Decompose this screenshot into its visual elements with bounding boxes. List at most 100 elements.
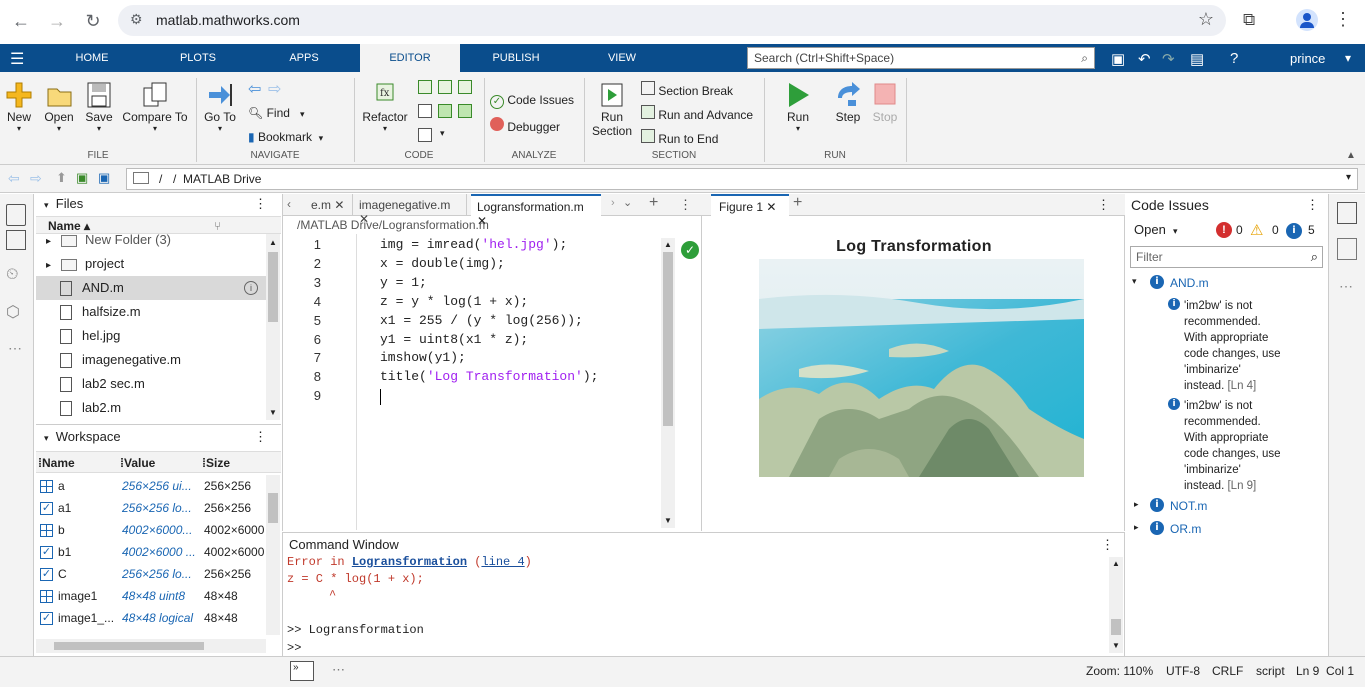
editor-tab[interactable]: imagenegative.m ✕ (355, 194, 467, 226)
refactor-button[interactable]: fx Refactor ▾ (360, 80, 410, 133)
workspace-panel-icon[interactable] (6, 230, 26, 250)
section-break-button[interactable]: Section Break (641, 81, 733, 98)
search-input[interactable]: Search (Ctrl+Shift+Space) ⌕ (747, 47, 1095, 69)
run-to-end-button[interactable]: Run to End (641, 129, 718, 146)
profile-icon[interactable] (1296, 9, 1318, 31)
scroll-thumb[interactable] (54, 642, 204, 650)
format-icon[interactable] (418, 128, 432, 142)
cursor-position[interactable]: Ln 9 Col 1 (1296, 664, 1354, 678)
user-menu[interactable]: prince (1290, 51, 1325, 66)
scroll-down-icon[interactable]: ▼ (664, 516, 672, 525)
reload-icon[interactable]: ↻ (82, 10, 104, 32)
variable-row[interactable]: ✓ a1 256×256 lo... 256×256 (36, 497, 266, 519)
issue-message[interactable]: 'im2bw' is not recommended. With appropria… (1184, 398, 1281, 494)
workspace-menu-icon[interactable]: ⋮ (254, 429, 267, 445)
editor-tab-active[interactable]: Logransformation.m ✕ (471, 194, 601, 228)
chevron-down-icon[interactable]: ▾ (1345, 51, 1351, 65)
editor-scrollbar[interactable]: ▲ ▼ (661, 238, 675, 528)
warning-filter-icon[interactable]: ⚠ (1250, 221, 1263, 239)
help-icon[interactable]: ? (1230, 50, 1238, 67)
new-button[interactable]: New ▾ (4, 80, 34, 133)
filter-input[interactable]: Filter ⌕ (1130, 246, 1323, 268)
run-section-button[interactable]: Run Section (590, 80, 634, 138)
redo-icon[interactable]: ↷ (1162, 50, 1175, 68)
files-menu-icon[interactable]: ⋮ (254, 196, 267, 212)
expand-folder-icon[interactable]: ▸ (46, 236, 51, 247)
bookmark-button[interactable]: ▮ Bookmark ▾ (248, 130, 323, 144)
open-scope-dropdown[interactable]: Open ▾ (1134, 222, 1178, 237)
addons-icon[interactable]: ⬡ (6, 302, 20, 322)
file-row[interactable]: ▸ New Folder (3) (36, 234, 266, 252)
browse-folder-icon[interactable]: ▣ (76, 170, 88, 186)
more-options-icon[interactable]: ⋯ (8, 340, 22, 357)
variable-row[interactable]: image1 48×48 uint8 48×48 (36, 585, 266, 607)
code-issues-panel-icon[interactable] (1337, 202, 1357, 224)
figure-image[interactable] (759, 259, 1084, 477)
files-panel-icon[interactable] (6, 204, 26, 226)
chevron-down-icon[interactable]: ⌄ (623, 196, 632, 209)
decrease-indent-icon[interactable] (458, 104, 472, 118)
tab-publish[interactable]: PUBLISH (484, 44, 548, 72)
up-folder-icon[interactable]: ⬆ (56, 170, 67, 186)
issue-file-and[interactable]: AND.m (1170, 276, 1209, 290)
add-figure-icon[interactable]: + (793, 194, 802, 212)
files-scrollbar[interactable]: ▲ ▼ (266, 234, 280, 420)
hamburger-menu-icon[interactable]: ☰ (10, 49, 24, 69)
save-quick-icon[interactable]: ▣ (1111, 50, 1125, 68)
error-line-link[interactable]: line 4 (481, 555, 524, 569)
code-area[interactable]: 1 img = imread('hel.jpg'); 2 x = double(img… (283, 237, 663, 527)
wrap-comments-icon[interactable] (458, 80, 472, 94)
issue-message[interactable]: 'im2bw' is not recommended. With appropria… (1184, 298, 1281, 394)
scroll-down-icon[interactable]: ▼ (1112, 641, 1120, 650)
scroll-up-icon[interactable]: ▲ (269, 238, 277, 247)
file-row[interactable]: imagenegative.m (36, 348, 266, 372)
more-options-icon[interactable]: ⋯ (1339, 278, 1353, 295)
expand-folder-icon[interactable]: ▸ (46, 260, 51, 271)
layout-icon[interactable]: ▤ (1190, 50, 1204, 68)
increase-indent-icon[interactable] (438, 104, 452, 118)
file-row[interactable]: hel.jpg (36, 324, 266, 348)
goto-button[interactable]: Go To ▾ (202, 80, 238, 133)
file-row[interactable]: lab2 sec.m (36, 372, 266, 396)
variable-row[interactable]: ✓ C 256×256 lo... 256×256 (36, 563, 266, 585)
more-icon[interactable]: ⋯ (332, 662, 345, 678)
open-button[interactable]: Open ▾ (42, 80, 76, 133)
add-tab-icon[interactable]: + (649, 194, 658, 212)
extensions-icon[interactable]: ⧉ (1243, 10, 1255, 30)
find-button[interactable]: 🔍︎ Find ▾ (248, 106, 304, 120)
comment-icon[interactable] (418, 80, 432, 94)
folder-action-icon[interactable]: ▣ (98, 170, 110, 186)
chevron-down-icon[interactable]: ▾ (440, 128, 445, 139)
scroll-thumb[interactable] (663, 252, 673, 426)
tab-scroll-left-icon[interactable]: ‹ (287, 197, 291, 211)
properties-panel-icon[interactable] (1337, 238, 1357, 260)
scroll-down-icon[interactable]: ▼ (269, 408, 277, 417)
editor-tab[interactable]: e.m ✕ (307, 194, 353, 216)
run-button[interactable]: Run ▾ (778, 80, 818, 133)
forward-folder-icon[interactable]: ⇨ (30, 170, 42, 187)
issues-menu-icon[interactable]: ⋮ (1306, 197, 1319, 213)
history-icon[interactable]: ⏲ (6, 266, 18, 284)
tab-view[interactable]: VIEW (590, 44, 654, 72)
path-root[interactable]: / (159, 172, 162, 186)
indent-icon[interactable] (418, 104, 432, 118)
browser-menu-icon[interactable]: ⋮ (1334, 9, 1352, 30)
variable-row[interactable]: b 4002×6000... 4002×6000 (36, 519, 266, 541)
tab-scroll-right-icon[interactable]: › (611, 197, 615, 209)
variable-row[interactable]: a 256×256 ui... 256×256 (36, 475, 266, 497)
workspace-hscrollbar[interactable] (36, 639, 266, 653)
code-ok-icon[interactable]: ✓ (681, 241, 699, 259)
save-button[interactable]: Save ▾ (84, 80, 114, 133)
scroll-thumb[interactable] (268, 493, 278, 523)
line-endings[interactable]: CRLF (1212, 664, 1243, 678)
back-icon[interactable]: ← (10, 10, 32, 32)
info-filter-icon[interactable]: i (1286, 223, 1302, 239)
zoom-level[interactable]: Zoom: 110% (1086, 664, 1153, 678)
file-row[interactable]: lab2.m (36, 396, 266, 420)
file-info-icon[interactable]: i (244, 281, 258, 295)
workspace-scrollbar[interactable] (266, 475, 280, 635)
issue-file-or[interactable]: OR.m (1170, 522, 1201, 536)
workspace-header[interactable]: ▾ Workspace (44, 429, 121, 444)
expand-or-icon[interactable]: ▸ (1134, 522, 1139, 533)
command-scrollbar[interactable]: ▲ ▼ (1109, 557, 1123, 653)
